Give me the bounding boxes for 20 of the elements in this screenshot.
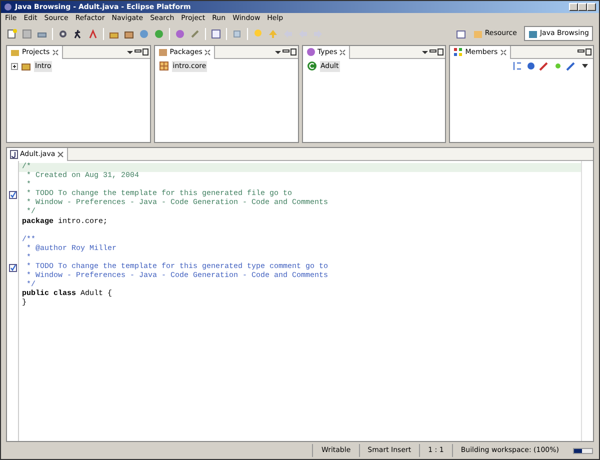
runner-icon[interactable] bbox=[73, 28, 83, 38]
dropdown-icon[interactable] bbox=[274, 50, 282, 54]
maximize-icon[interactable] bbox=[437, 48, 446, 56]
members-icon bbox=[453, 47, 464, 57]
maximize-view-icon[interactable] bbox=[52, 48, 59, 56]
dropdown-icon[interactable] bbox=[126, 50, 134, 54]
maximize-view-icon[interactable] bbox=[204, 48, 212, 56]
dropdown-icon[interactable] bbox=[421, 50, 430, 54]
minimize-button[interactable] bbox=[569, 3, 578, 11]
close-button[interactable] bbox=[587, 3, 596, 11]
maximize-view-icon[interactable] bbox=[339, 48, 346, 56]
expand-icon[interactable] bbox=[11, 62, 18, 70]
maximize-icon[interactable] bbox=[290, 48, 298, 56]
app-icon bbox=[4, 3, 12, 11]
maximize-icon[interactable] bbox=[585, 48, 593, 56]
maximize-view-icon[interactable] bbox=[500, 48, 507, 56]
new-file-icon[interactable] bbox=[7, 28, 17, 38]
maximize-button[interactable] bbox=[578, 3, 587, 11]
maximize-icon[interactable] bbox=[142, 48, 150, 56]
close-icon[interactable] bbox=[57, 150, 64, 158]
